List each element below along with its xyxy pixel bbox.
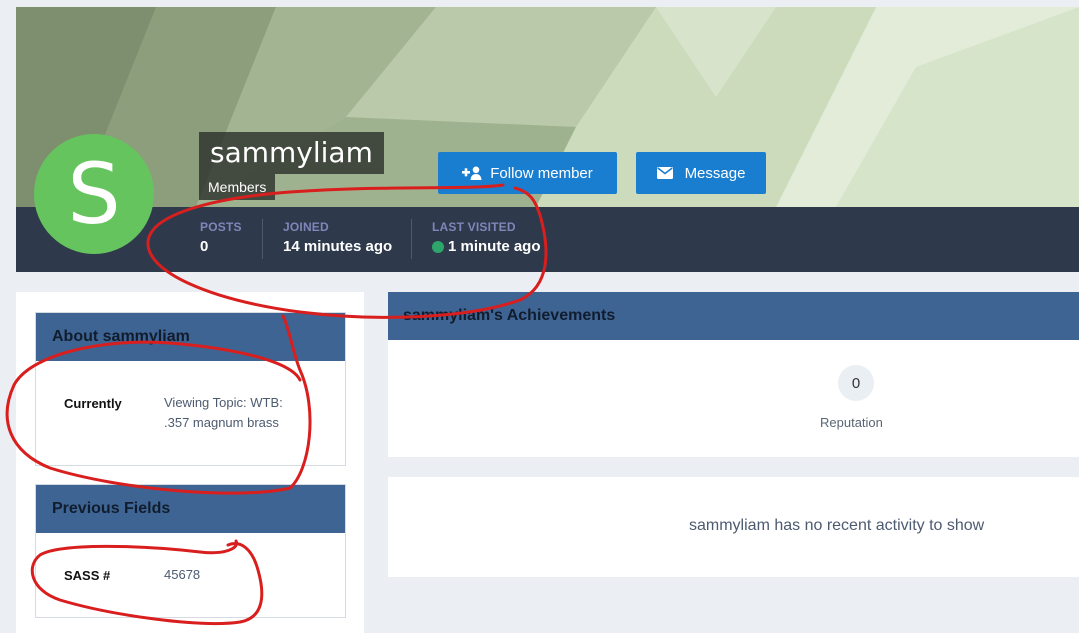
field-currently-label: Currently — [64, 396, 122, 411]
follow-member-button[interactable]: Follow member — [438, 152, 617, 194]
reputation-count[interactable]: 0 — [838, 365, 874, 401]
field-currently-value-line1: Viewing Topic: WTB: — [164, 395, 283, 410]
user-plus-icon — [462, 166, 482, 180]
stat-last-visited-label: LAST VISITED — [432, 220, 516, 234]
stat-joined: JOINED 14 minutes ago — [283, 220, 392, 255]
reputation-label: Reputation — [820, 415, 883, 430]
field-currently-value[interactable]: Viewing Topic: WTB: .357 magnum brass — [164, 393, 283, 433]
stat-last-visited-value-row: 1 minute ago — [432, 238, 541, 255]
stat-posts-label: POSTS — [200, 220, 242, 234]
field-sass-label: SASS # — [64, 568, 111, 583]
stat-posts-value: 0 — [200, 238, 209, 255]
stat-last-visited: LAST VISITED 1 minute ago — [432, 220, 541, 255]
achievements-card: sammyliam's Achievements — [388, 292, 1079, 457]
previous-fields-widget: Previous Fields SASS # 45678 — [35, 484, 346, 618]
avatar-letter: S — [67, 145, 121, 243]
about-widget: About sammyliam Currently Viewing Topic:… — [35, 312, 346, 466]
stat-joined-value: 14 minutes ago — [283, 238, 393, 255]
follow-member-label: Follow member — [490, 164, 593, 182]
avatar[interactable]: S — [34, 134, 154, 254]
message-button[interactable]: Message — [636, 152, 766, 194]
field-sass-value: 45678 — [164, 567, 201, 582]
about-widget-title: About sammyliam — [36, 313, 345, 361]
field-currently-value-line2: .357 magnum brass — [164, 415, 279, 430]
stat-last-visited-value: 1 minute ago — [448, 238, 541, 255]
achievements-title: sammyliam's Achievements — [388, 292, 1079, 340]
stat-divider — [262, 219, 263, 259]
stat-divider — [411, 219, 412, 259]
online-status-dot — [432, 240, 444, 253]
member-group-badge: Members — [199, 174, 276, 200]
previous-fields-title: Previous Fields — [36, 485, 345, 533]
envelope-icon — [656, 167, 673, 179]
stat-posts: POSTS 0 — [200, 220, 242, 255]
profile-stat-bar — [16, 207, 1079, 272]
profile-username: sammyliam — [199, 132, 384, 174]
stat-joined-label: JOINED — [283, 220, 329, 234]
no-activity-message: sammyliam has no recent activity to show — [689, 517, 985, 534]
message-label: Message — [684, 164, 746, 182]
